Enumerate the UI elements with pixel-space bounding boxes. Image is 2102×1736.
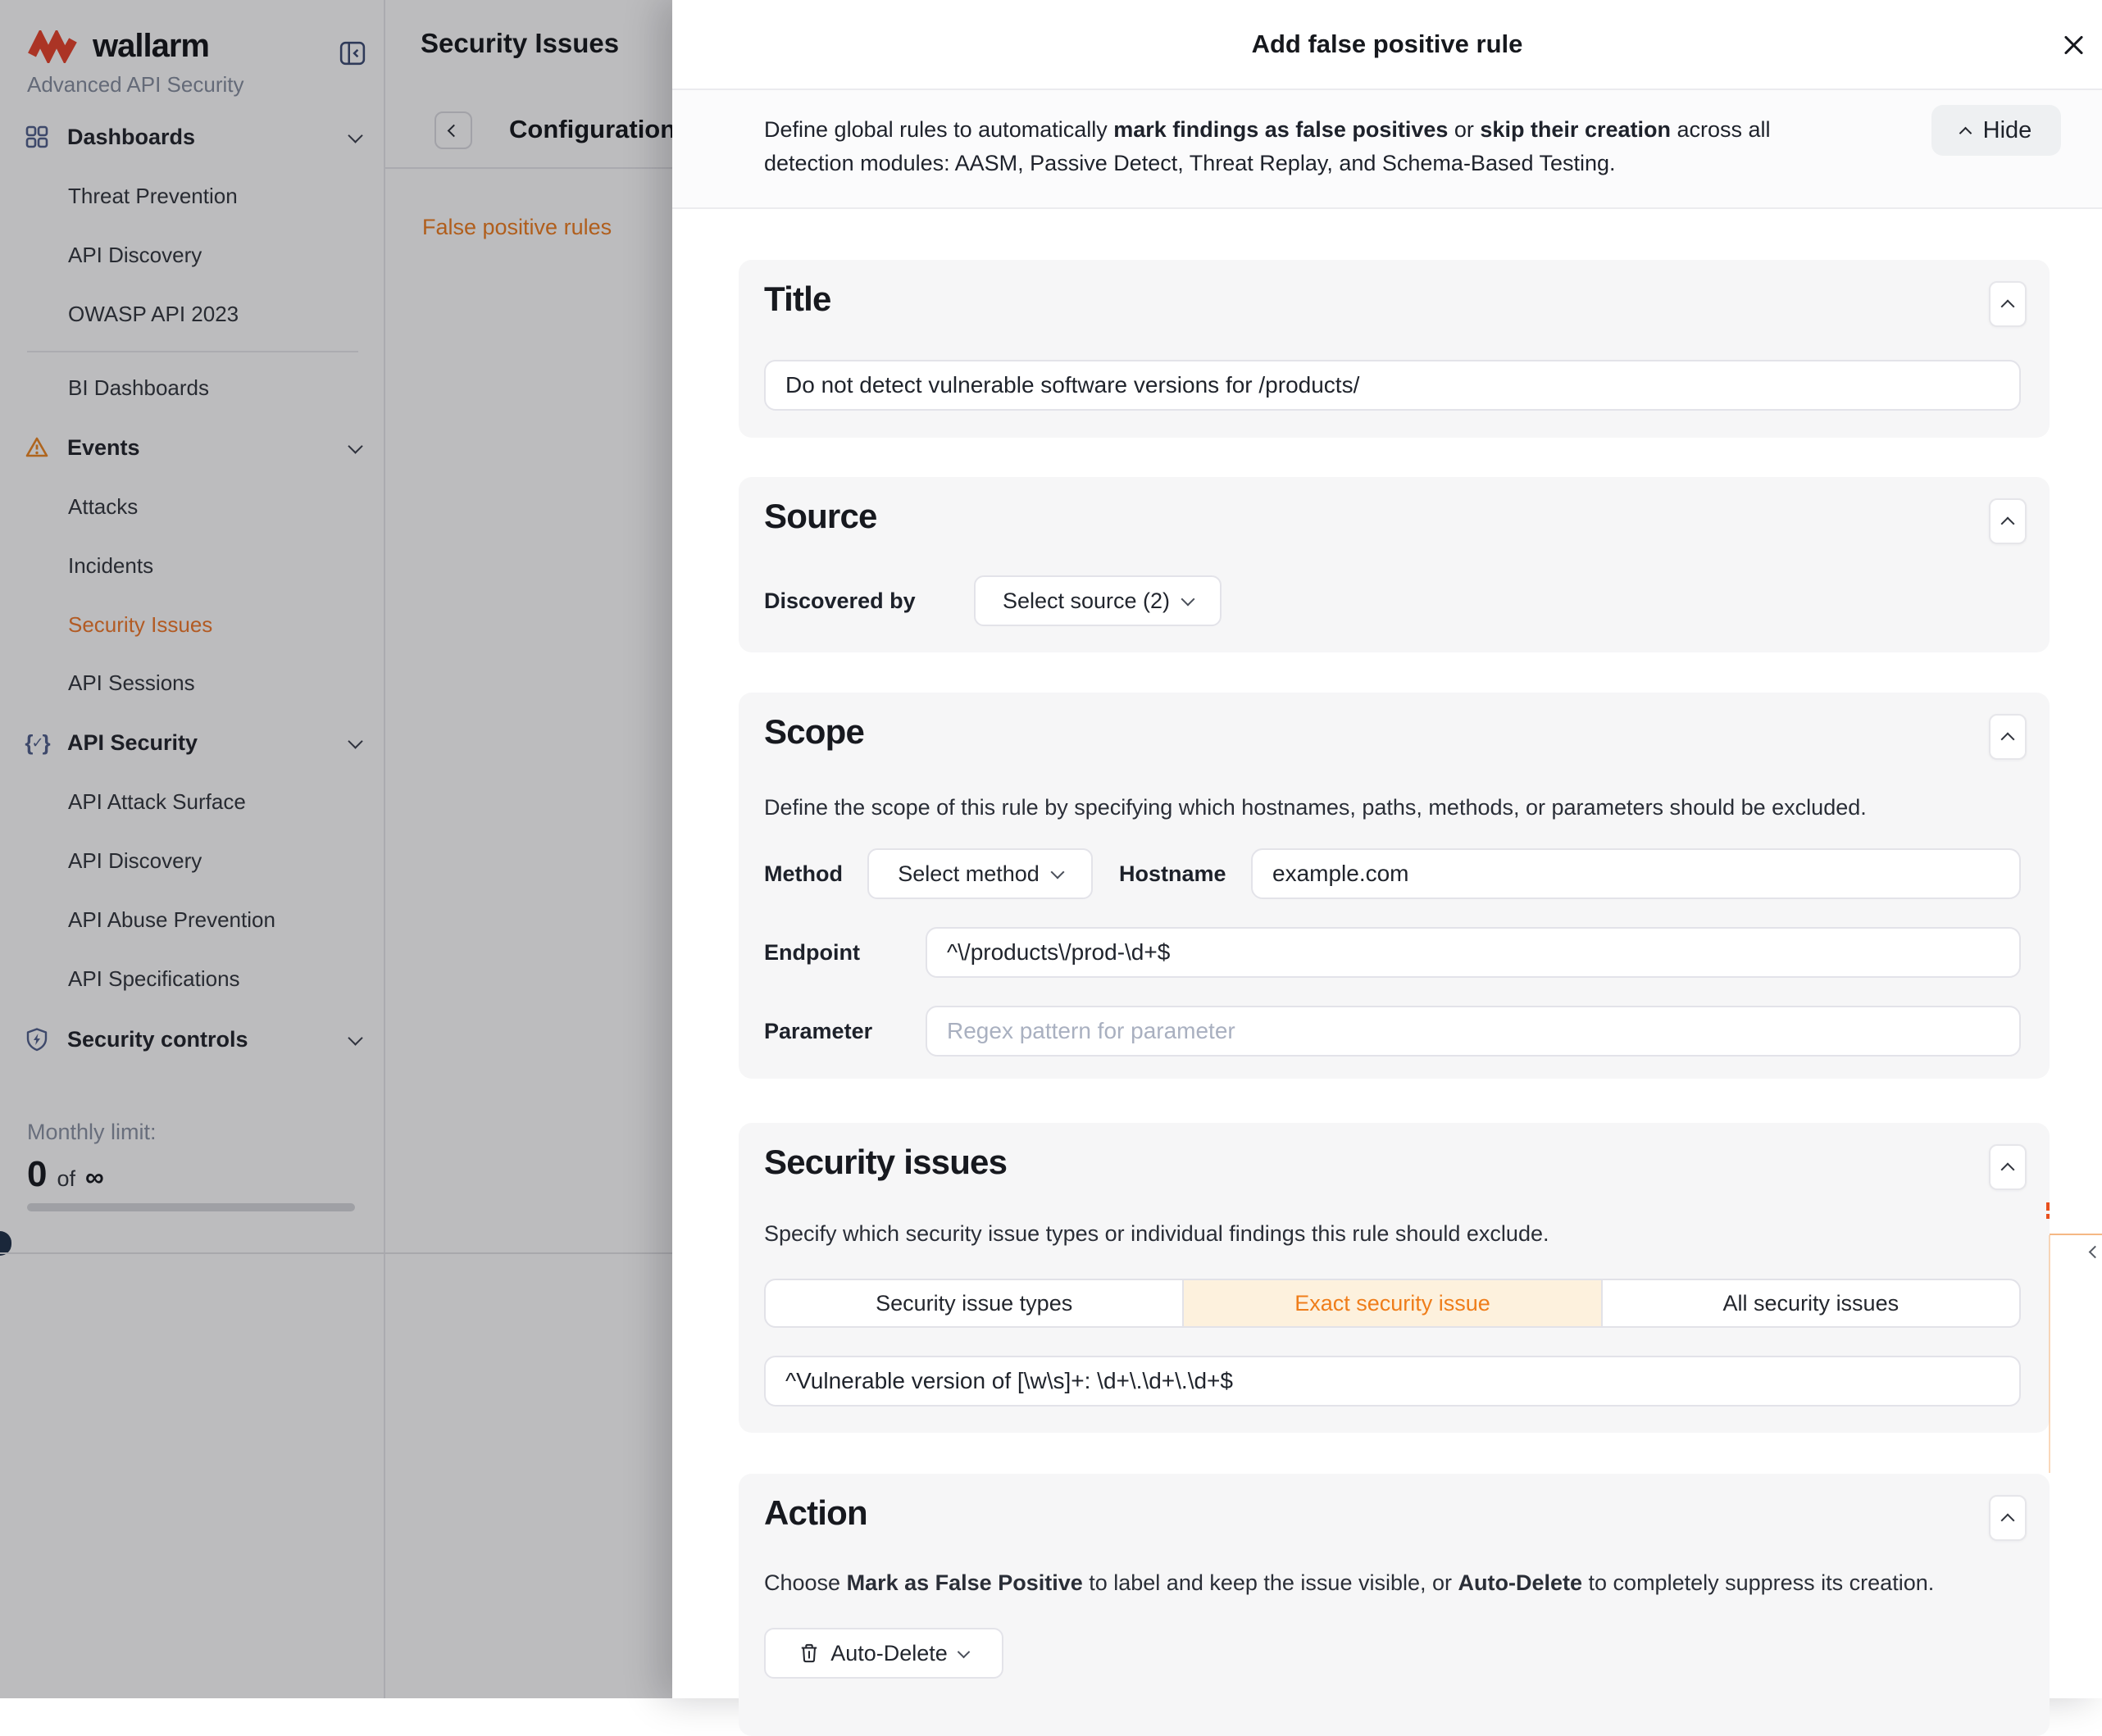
security-issues-tabs: Security issue types Exact security issu… (764, 1279, 2021, 1328)
chevron-up-icon (2001, 732, 2015, 746)
rule-title-input[interactable] (764, 360, 2021, 411)
discovered-by-label: Discovered by (764, 575, 916, 626)
action-type-select[interactable]: Auto-Delete (764, 1628, 1003, 1679)
modal-backdrop[interactable] (0, 0, 672, 1698)
scope-description: Define the scope of this rule by specify… (764, 795, 1867, 820)
chevron-up-icon (1959, 126, 1972, 139)
banner-text-segment: across all (1671, 117, 1771, 142)
modal-header: Add false positive rule (672, 0, 2102, 90)
close-icon[interactable] (2058, 30, 2089, 61)
chevron-up-icon (2001, 1162, 2015, 1176)
method-select-value: Select method (898, 861, 1040, 887)
add-false-positive-rule-modal: Add false positive rule Define global ru… (672, 0, 2102, 1698)
hostname-label: Hostname (1119, 848, 1226, 899)
collapse-scope-section-button[interactable] (1989, 714, 2027, 760)
collapse-source-section-button[interactable] (1989, 498, 2027, 544)
security-issues-section-card: Security issues Specify which security i… (739, 1123, 2050, 1433)
action-desc-bold: Mark as False Positive (847, 1570, 1083, 1595)
action-desc-segment: to label and keep the issue visible, or (1083, 1570, 1458, 1595)
tab-exact-security-issue[interactable]: Exact security issue (1182, 1280, 1600, 1326)
collapse-title-section-button[interactable] (1989, 281, 2027, 327)
info-banner: Define global rules to automatically mar… (672, 90, 2102, 209)
action-select-value: Auto-Delete (830, 1641, 948, 1666)
action-section-card: Action Choose Mark as False Positive to … (739, 1474, 2050, 1736)
method-label: Method (764, 848, 843, 899)
banner-text-segment: or (1448, 117, 1480, 142)
title-section-card: Title (739, 260, 2050, 438)
collapse-security-issues-section-button[interactable] (1989, 1144, 2027, 1190)
chevron-down-icon (1181, 593, 1195, 607)
red-dash-marker (2046, 1214, 2050, 1219)
source-select[interactable]: Select source (2) (974, 575, 1222, 626)
chevron-down-icon (1050, 866, 1064, 879)
method-select[interactable]: Select method (867, 848, 1093, 899)
parameter-label: Parameter (764, 1006, 872, 1057)
action-desc-bold: Auto-Delete (1458, 1570, 1583, 1595)
banner-text-bold: skip their creation (1480, 117, 1671, 142)
banner-text: Define global rules to automatically mar… (764, 113, 1928, 180)
action-desc-segment: to completely suppress its creation. (1582, 1570, 1934, 1595)
tab-all-security-issues[interactable]: All security issues (1601, 1280, 2019, 1326)
red-dash-marker (2046, 1202, 2050, 1211)
title-section-heading: Title (764, 279, 831, 319)
scope-section-card: Scope Define the scope of this rule by s… (739, 693, 2050, 1079)
source-select-value: Select source (2) (1003, 589, 1170, 614)
hide-banner-button[interactable]: Hide (1931, 105, 2061, 156)
action-desc-segment: Choose (764, 1570, 847, 1595)
chevron-up-icon (2001, 1513, 2015, 1527)
chevron-up-icon (2001, 516, 2015, 530)
collapse-action-section-button[interactable] (1989, 1495, 2027, 1541)
security-issues-description: Specify which security issue types or in… (764, 1221, 1549, 1247)
modal-title: Add false positive rule (1252, 30, 1523, 59)
hostname-input[interactable] (1251, 848, 2021, 899)
banner-text-bold: mark findings as false positives (1113, 117, 1448, 142)
parameter-input[interactable] (926, 1006, 2021, 1057)
endpoint-label: Endpoint (764, 927, 860, 978)
banner-text-segment: detection modules: AASM, Passive Detect,… (764, 151, 1616, 175)
chevron-up-icon (2001, 299, 2015, 313)
source-section-heading: Source (764, 497, 877, 536)
orange-guide-line-horizontal (2050, 1234, 2102, 1235)
banner-text-segment: Define global rules to automatically (764, 117, 1113, 142)
exact-security-issue-input[interactable] (764, 1356, 2021, 1407)
tab-security-issue-types[interactable]: Security issue types (766, 1280, 1182, 1326)
security-issues-section-heading: Security issues (764, 1143, 1007, 1182)
trash-icon (799, 1643, 819, 1664)
endpoint-input[interactable] (926, 927, 2021, 978)
source-section-card: Source Discovered by Select source (2) (739, 477, 2050, 652)
scope-section-heading: Scope (764, 712, 864, 752)
action-section-heading: Action (764, 1493, 867, 1533)
orange-guide-line-vertical (2049, 1235, 2050, 1473)
action-description: Choose Mark as False Positive to label a… (764, 1570, 1934, 1596)
chevron-down-icon (958, 1645, 971, 1658)
hide-button-label: Hide (1983, 117, 2032, 144)
